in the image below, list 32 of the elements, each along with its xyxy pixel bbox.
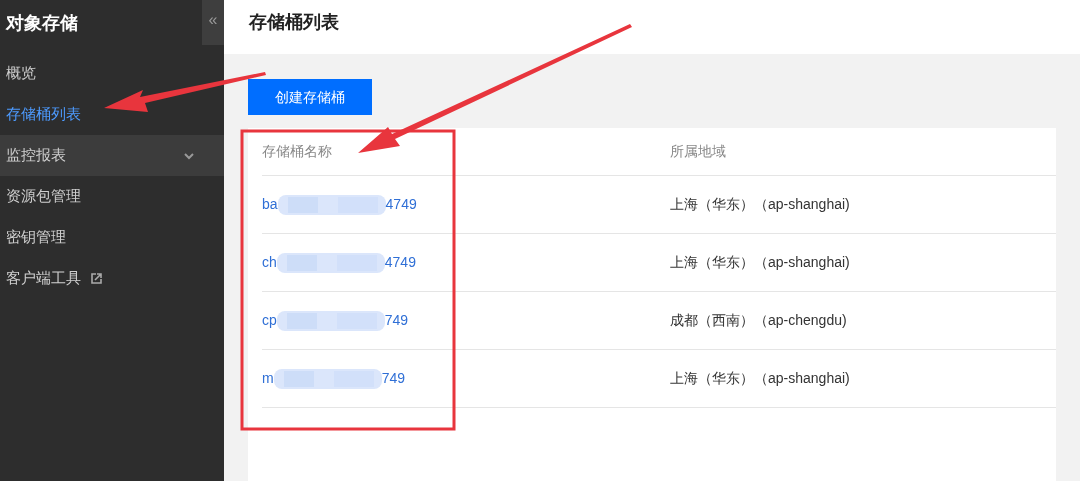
sidebar-item-label: 客户端工具: [6, 268, 81, 289]
sidebar-item-label: 资源包管理: [6, 186, 81, 207]
create-bucket-button[interactable]: 创建存储桶: [248, 79, 372, 115]
sidebar-item-label: 存储桶列表: [6, 104, 81, 125]
sidebar-item[interactable]: 概览: [0, 53, 224, 94]
bucket-name-link[interactable]: ba: [262, 194, 278, 215]
sidebar-title: 对象存储: [4, 12, 78, 35]
sidebar-item-label: 监控报表: [6, 145, 66, 166]
column-header: 存储桶名称: [262, 142, 333, 161]
table-cell-text: 上海（华东）（ap-shanghai): [670, 253, 851, 272]
bucket-name-link[interactable]: m: [262, 368, 274, 389]
bucket-name-link[interactable]: ch: [262, 252, 277, 273]
sidebar-item-label: 密钥管理: [6, 227, 66, 248]
sidebar-item[interactable]: 资源包管理: [0, 176, 224, 217]
bucket-name-link[interactable]: cp: [262, 310, 277, 331]
collapse-button[interactable]: «: [202, 0, 224, 45]
external-link-icon: [91, 273, 102, 284]
sidebar-item[interactable]: 密钥管理: [0, 217, 224, 258]
table-cell-text: 成都（西南）（ap-chengdu): [670, 311, 848, 330]
sidebar-item[interactable]: 客户端工具: [0, 258, 224, 299]
page-title: 存储桶列表: [249, 10, 339, 34]
bucket-name-link[interactable]: 4749: [384, 252, 416, 273]
bucket-name-link[interactable]: 4749: [385, 194, 417, 215]
sidebar-item-label: 概览: [6, 63, 36, 84]
chevron-down-icon: [184, 150, 194, 161]
table-cell-text: 上海（华东）（ap-shanghai): [670, 369, 851, 388]
column-header: 所属地域: [670, 142, 727, 161]
bucket-name-link[interactable]: 749: [384, 310, 409, 331]
table-cell-text: 上海（华东）（ap-shanghai): [670, 195, 851, 214]
sidebar-item[interactable]: 监控报表: [0, 135, 224, 176]
sidebar-item[interactable]: 存储桶列表: [0, 94, 224, 135]
bucket-name-link[interactable]: 749: [381, 368, 406, 389]
